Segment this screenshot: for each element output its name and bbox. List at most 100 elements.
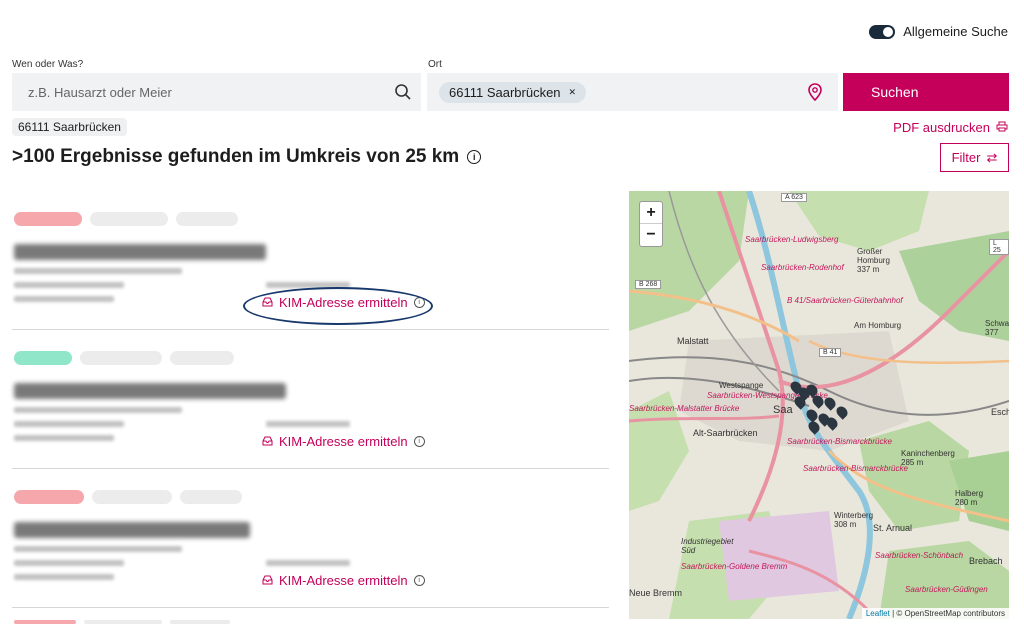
lanr-info <box>14 407 182 413</box>
map-label: Großer Homburg 337 m <box>857 247 890 274</box>
info-icon[interactable]: i <box>467 150 482 164</box>
map-attribution: Leaflet | © OpenStreetMap contributors <box>861 608 1009 619</box>
what-input[interactable] <box>12 73 385 111</box>
street-address <box>14 282 124 288</box>
map-label: Saa <box>773 404 793 416</box>
street-address <box>14 421 124 427</box>
next-result-tags <box>14 620 230 624</box>
city-address <box>14 435 114 441</box>
leaflet-link[interactable]: Leaflet <box>866 609 890 618</box>
specialty-badge <box>92 490 172 504</box>
zoom-out-button[interactable]: − <box>640 224 662 246</box>
status-badge <box>14 620 76 624</box>
kim-link-label: KIM-Adresse ermitteln <box>279 573 408 588</box>
lanr-info <box>14 268 182 274</box>
map-road-label: L 25 <box>989 239 1009 255</box>
city-address <box>14 296 114 302</box>
street-address <box>14 560 124 566</box>
pdf-print-label: PDF ausdrucken <box>893 120 990 135</box>
map-label: Saarbrücken-Malstatter Brücke <box>629 404 740 413</box>
result-tags <box>14 351 234 365</box>
map-label: B 41/Saarbrücken-Güterbahnhof <box>787 296 903 305</box>
highlight-ellipse <box>243 287 433 325</box>
specialty-badge <box>90 212 168 226</box>
printer-icon <box>996 120 1008 135</box>
map-label: Saarbrücken-Bismarckbrücke <box>803 464 908 473</box>
results-map[interactable]: + − A 623 B 268 B 41 L 25 Saarbrücken-Lu… <box>629 191 1009 619</box>
info-icon[interactable]: i <box>413 575 425 586</box>
map-label: Saarbrücken-Güdingen <box>905 585 988 594</box>
zoom-control[interactable]: + − <box>639 201 663 247</box>
specialty-badge <box>84 620 162 624</box>
general-search-toggle[interactable]: Allgemeine Suche <box>869 24 1008 39</box>
result-tags <box>14 490 242 504</box>
location-chip[interactable]: 66111 Saarbrücken ✕ <box>439 81 587 103</box>
map-label: Am Homburg <box>854 321 902 330</box>
phone-number <box>266 560 350 566</box>
map-label: Malstatt <box>677 336 709 346</box>
kim-address-link[interactable]: KIM-Adresse ermitteln i <box>262 434 425 449</box>
map-label: Industriegebiet Süd <box>681 537 734 555</box>
inbox-icon <box>262 434 273 449</box>
map-label: Saarbrücken-Schönbach <box>875 551 964 560</box>
map-label: Saarbrücken-Bismarckbrücke <box>787 437 892 446</box>
close-icon[interactable]: ✕ <box>569 87 577 98</box>
sliders-icon: ⇄ <box>986 149 998 165</box>
zoom-in-button[interactable]: + <box>640 202 662 224</box>
location-chip-label: 66111 Saarbrücken <box>449 84 561 100</box>
specialty-badge <box>176 212 238 226</box>
map-label: Westspange <box>719 381 764 390</box>
kim-address-link[interactable]: KIM-Adresse ermitteln i <box>262 573 425 588</box>
search-button[interactable]: Suchen <box>843 73 1009 111</box>
search-icon[interactable] <box>385 83 421 101</box>
map-label: Saarbrücken-Rodenhof <box>761 263 844 272</box>
map-label: Schwarze 377 <box>985 319 1009 337</box>
status-badge <box>14 212 82 226</box>
toggle-label: Allgemeine Suche <box>903 24 1008 39</box>
map-label: Esch <box>991 407 1009 417</box>
location-pin-icon[interactable] <box>808 83 822 106</box>
practitioner-name[interactable] <box>14 383 286 399</box>
city-address <box>14 574 114 580</box>
what-input-box[interactable] <box>12 73 421 111</box>
results-count-text: >100 Ergebnisse gefunden im Umkreis von … <box>12 146 460 167</box>
map-label: Kaninchenberg 285 m <box>901 449 955 467</box>
status-badge <box>14 490 84 504</box>
specialty-badge <box>170 620 230 624</box>
results-title: >100 Ergebnisse gefunden im Umkreis von … <box>12 146 482 168</box>
specialty-badge <box>170 351 234 365</box>
status-badge <box>14 351 72 365</box>
practitioner-name[interactable] <box>14 244 266 260</box>
specialty-badge <box>80 351 162 365</box>
result-tags <box>14 212 238 226</box>
map-label: Saarbrücken-Goldene Bremm <box>681 562 788 571</box>
lanr-info <box>14 546 182 552</box>
map-label: Winterberg 308 m <box>834 511 874 529</box>
practitioner-name[interactable] <box>14 522 250 538</box>
map-label: Brebach <box>969 556 1003 566</box>
where-input-box[interactable]: 66111 Saarbrücken ✕ <box>427 73 838 111</box>
filter-button[interactable]: Filter ⇄ <box>940 143 1009 172</box>
kim-link-label: KIM-Adresse ermitteln <box>279 434 408 449</box>
result-card[interactable]: KIM-Adresse ermitteln i <box>12 339 609 469</box>
map-label: Halberg 280 m <box>955 489 984 507</box>
map-road-label: B 41 <box>819 348 842 357</box>
toggle-switch[interactable] <box>869 24 896 39</box>
inbox-icon <box>262 573 273 588</box>
active-location-chip: 66111 Saarbrücken <box>12 118 127 136</box>
filter-label: Filter <box>951 150 981 165</box>
info-icon[interactable]: i <box>413 436 425 447</box>
where-label: Ort <box>428 59 442 70</box>
specialty-badge <box>180 490 242 504</box>
attribution-text: | © OpenStreetMap contributors <box>889 609 1005 618</box>
phone-number <box>266 421 350 427</box>
map-label: Alt-Saarbrücken <box>693 428 758 438</box>
what-label: Wen oder Was? <box>12 59 84 70</box>
map-road-label: A 623 <box>781 193 807 202</box>
result-card[interactable]: KIM-Adresse ermitteln i <box>12 478 609 608</box>
map-label: Saarbrücken-Ludwigsberg <box>745 235 839 244</box>
map-road-label: B 268 <box>635 280 662 289</box>
map-label: St. Arnual <box>873 523 913 533</box>
map-label: Neue Bremm <box>629 588 683 598</box>
pdf-print-link[interactable]: PDF ausdrucken <box>893 120 1008 135</box>
